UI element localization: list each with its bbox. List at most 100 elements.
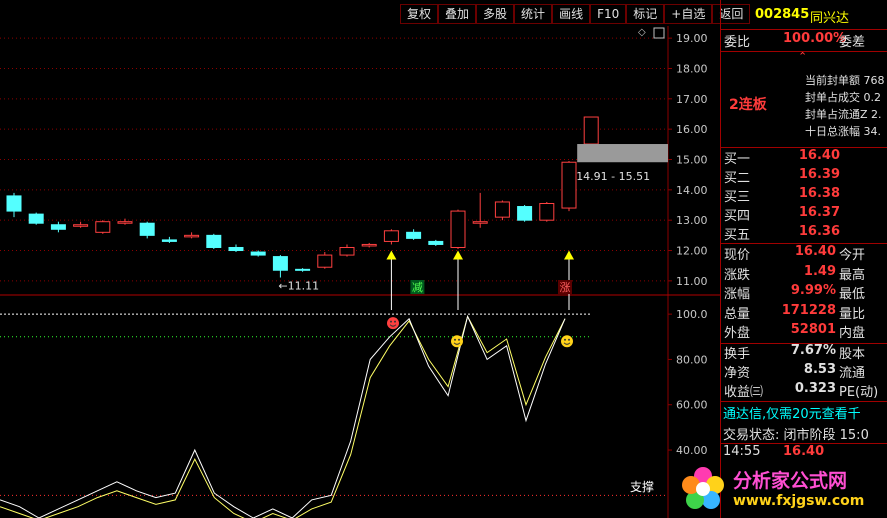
watermark-url: www.fxjgsw.com — [733, 493, 865, 509]
osc-line-2 — [0, 315, 566, 518]
candle-body — [383, 230, 399, 242]
lianban-label: 2连板 — [729, 97, 767, 113]
seal-row: 封单占成交 0.2 — [805, 91, 881, 104]
gap-label: 14.91 - 15.51 — [576, 170, 650, 183]
weibi-value: 100.00% — [783, 31, 847, 46]
seal-box: 2连板 当前封单额 768 封单占成交 0.2 封单占流通Z 2. 十日总涨幅 … — [721, 66, 887, 146]
trade-status-row: 交易状态: 闭市阶段 15:0 — [721, 424, 887, 444]
toolbar-button[interactable]: 叠加 — [438, 4, 477, 24]
price-tick-label: 15.00 — [676, 154, 708, 167]
min-price-label: ←11.11 — [278, 280, 319, 293]
row-label: 换手 — [724, 347, 751, 362]
candle-body — [117, 221, 133, 224]
row-label: 买三 — [724, 190, 751, 205]
quote-row: 买二 16.39 — [721, 167, 887, 187]
candle-body — [450, 210, 466, 248]
quote-row: 换手 7.67% 股本 — [721, 343, 887, 363]
quote-row: 买四 16.37 — [721, 205, 887, 225]
candle-body — [317, 254, 333, 268]
row-label: 涨幅 — [724, 287, 751, 302]
price-tick-label: 11.00 — [676, 275, 708, 288]
stock-name: 同兴达 — [810, 11, 850, 26]
quote-row: 买五 16.36 — [721, 224, 887, 244]
row-value: 9.99% — [790, 283, 836, 298]
weibi-label: 委比 — [724, 35, 751, 50]
price-tick-label: 16.00 — [676, 123, 708, 136]
row-label: 买四 — [724, 209, 751, 224]
candle-body — [6, 195, 22, 212]
price-tick-label: 13.00 — [676, 214, 708, 227]
toolbar-button[interactable]: F10 — [590, 4, 627, 24]
candle-body — [561, 161, 577, 209]
seal-row: 封单占流通Z 2. — [805, 108, 882, 121]
osc-tick-label: 40.00 — [676, 444, 708, 457]
row-value: 171228 — [781, 302, 836, 318]
expand-toggle[interactable]: ⌃ — [721, 50, 887, 64]
signal-label: 减 — [412, 281, 423, 294]
candle-body — [517, 206, 533, 221]
row-label: 收益㈢ — [724, 385, 764, 400]
row-label: 买五 — [724, 228, 751, 243]
osc-tick-label: 80.00 — [676, 353, 708, 366]
k-line-chart: 19.00 18.00 17.00 16.00 15.00 14.00 13.00 12.00… — [0, 26, 720, 518]
up-arrow-icon — [453, 250, 463, 260]
candle-body — [428, 240, 444, 245]
row-value: 16.39 — [798, 167, 840, 182]
candle-body — [250, 251, 266, 256]
maximize-icon — [653, 27, 665, 39]
toolbar-button[interactable]: 统计 — [514, 4, 553, 24]
price-tick-label: 18.00 — [676, 62, 708, 75]
row-value: 16.37 — [798, 205, 840, 220]
smiley-eye — [564, 338, 566, 341]
promo-row[interactable]: 通达信,仅需20元查看千 — [721, 403, 887, 423]
smiley-icon — [561, 335, 573, 348]
candle-body — [472, 221, 488, 224]
row-label: 现价 — [724, 248, 751, 263]
candle-body — [406, 231, 422, 239]
tick-price: 16.40 — [783, 444, 825, 459]
smiley-icon — [387, 317, 399, 330]
candle-body — [494, 201, 510, 218]
row-value: 16.36 — [798, 224, 840, 239]
candle-body — [95, 221, 111, 233]
row-value: 8.53 — [803, 362, 836, 377]
row-label: 外盘 — [724, 326, 751, 341]
quote-panel: 002845 同兴达 委比 100.00% 委差 ⌃ 2连板 当前封单额 768… — [720, 0, 887, 518]
smiley-eye — [390, 320, 392, 323]
gap-zone — [577, 144, 668, 163]
up-arrow-icon — [564, 250, 574, 260]
quote-row: 涨跌 1.49 最高 — [721, 264, 887, 284]
toolbar-button[interactable]: +自选 — [664, 4, 713, 24]
row-label-2: 流通 — [839, 366, 866, 381]
up-arrow-icon — [386, 250, 397, 260]
row-value: 0.323 — [794, 381, 836, 396]
toolbar-button[interactable]: 多股 — [476, 4, 515, 24]
candle-body — [50, 224, 66, 230]
row-label-2: 最高 — [839, 267, 866, 283]
weicha-label: 委差 — [839, 35, 866, 50]
promo-text[interactable]: 通达信,仅需20元查看千 — [723, 403, 861, 422]
chevron-up-icon[interactable]: ⌃ — [798, 50, 807, 63]
trade-status: 交易状态: 闭市阶段 15:0 — [723, 428, 869, 443]
quote-row: 收益㈢ 0.323 PE(动) — [721, 381, 887, 401]
row-label-2: 量比 — [839, 306, 866, 322]
row-label: 买一 — [724, 152, 751, 167]
row-label-2: 内盘 — [839, 326, 866, 341]
row-label-2: PE(动) — [839, 385, 879, 400]
tick-time: 14:55 — [723, 444, 761, 459]
price-tick-label: 12.00 — [676, 245, 708, 258]
smiley-eye — [458, 338, 460, 341]
support-label: 支撑 — [630, 479, 654, 494]
candle-body — [539, 202, 555, 221]
candle-body — [228, 246, 244, 252]
row-label-2: 今开 — [839, 248, 866, 263]
toolbar-button[interactable]: 画线 — [552, 4, 591, 24]
stock-code: 002845 — [755, 7, 810, 22]
price-tick-label: 17.00 — [676, 93, 708, 106]
candle-body — [583, 116, 599, 145]
toolbar-button[interactable]: 复权 — [400, 4, 439, 24]
seal-row: 十日总涨幅 34. — [805, 125, 881, 138]
toolbar-button[interactable]: 标记 — [626, 4, 665, 24]
candle-body — [139, 222, 155, 236]
row-value: 7.67% — [790, 343, 836, 358]
